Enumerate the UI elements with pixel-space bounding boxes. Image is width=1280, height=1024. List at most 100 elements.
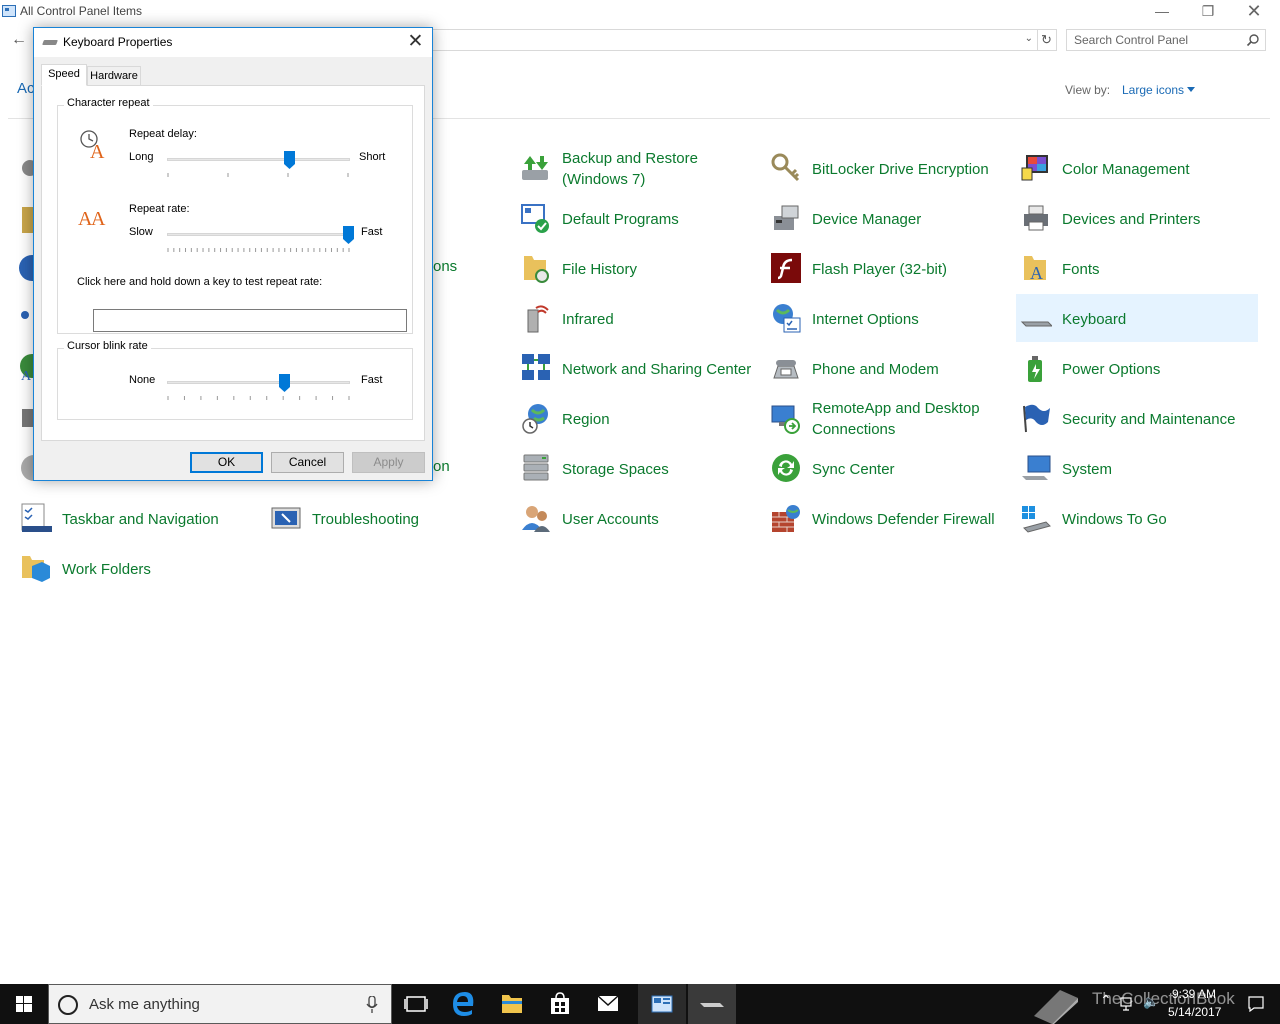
gear-icon: [22, 160, 34, 176]
firewall-icon: [772, 505, 800, 532]
item-phone-modem[interactable]: Phone and Modem: [766, 344, 1008, 392]
item-flash-player[interactable]: Flash Player (32-bit): [766, 244, 1008, 292]
troubleshooting-icon: [271, 507, 301, 529]
item-label: User Accounts: [562, 510, 659, 528]
item-system[interactable]: System: [1016, 444, 1258, 492]
item-label: BitLocker Drive Encryption: [812, 160, 989, 178]
item-default-programs[interactable]: Default Programs: [516, 194, 758, 242]
dropdown-arrow-icon[interactable]: [1187, 87, 1195, 92]
search-input[interactable]: Search Control Panel: [1066, 29, 1266, 51]
apply-button[interactable]: Apply: [352, 452, 425, 473]
search-icon[interactable]: [1246, 33, 1260, 47]
cortana-search-input[interactable]: Ask me anything: [48, 984, 392, 1024]
control-panel-taskbar-icon[interactable]: [638, 984, 686, 1024]
restore-button[interactable]: ❐: [1185, 0, 1231, 24]
store-icon[interactable]: [536, 984, 584, 1024]
cancel-button[interactable]: Cancel: [271, 452, 344, 473]
item-label: Devices and Printers: [1062, 210, 1201, 228]
minimize-button[interactable]: —: [1139, 0, 1185, 24]
item-user-accounts[interactable]: User Accounts: [516, 494, 758, 542]
page-heading: Ac: [17, 80, 35, 97]
ok-button[interactable]: OK: [190, 452, 263, 473]
view-by-dropdown[interactable]: Large icons: [1122, 83, 1184, 97]
cursor-blink-group: Cursor blink rate None Fast: [57, 340, 413, 420]
character-repeat-group: Character repeat A Repeat delay: Long Sh…: [57, 97, 413, 334]
address-bar[interactable]: ⌄: [432, 29, 1038, 51]
item-network-sharing[interactable]: Network and Sharing Center: [516, 344, 758, 392]
microphone-icon[interactable]: [365, 996, 379, 1014]
close-icon[interactable]: ✕: [399, 28, 432, 57]
item-storage-spaces[interactable]: Storage Spaces: [516, 444, 758, 492]
item-label: Windows Defender Firewall: [812, 510, 995, 528]
chevron-up-icon[interactable]: ⌃: [1100, 992, 1112, 1009]
network-icon: [522, 354, 550, 380]
keyboard-taskbar-icon[interactable]: [688, 984, 736, 1024]
printer-icon: [1024, 205, 1048, 231]
item-sync-center[interactable]: Sync Center: [766, 444, 1008, 492]
item-remoteapp[interactable]: RemoteApp and Desktop Connections: [766, 394, 1008, 442]
device-manager-icon: [774, 205, 799, 230]
blink-min-label: None: [129, 374, 156, 386]
repeat-delay-track[interactable]: [167, 158, 350, 161]
repeat-rate-track[interactable]: [167, 233, 350, 236]
file-explorer-icon[interactable]: [488, 984, 536, 1024]
item-work-folders[interactable]: Work Folders: [16, 544, 258, 592]
mail-icon[interactable]: [584, 984, 632, 1024]
item-region[interactable]: Region: [516, 394, 758, 442]
item-color-management[interactable]: Color Management: [1016, 144, 1258, 192]
title-bar: All Control Panel Items — ❐ ✕: [0, 0, 1280, 24]
repeat-test-input[interactable]: [93, 309, 407, 332]
repeat-delay-ticks: [167, 173, 349, 177]
item-keyboard[interactable]: Keyboard: [1016, 294, 1258, 342]
action-center-icon[interactable]: [1248, 996, 1264, 1012]
item-windows-defender-firewall[interactable]: Windows Defender Firewall: [766, 494, 1008, 542]
chevron-down-icon[interactable]: ⌄: [1025, 33, 1033, 44]
back-arrow-icon[interactable]: ←: [10, 31, 28, 49]
item-file-history[interactable]: File History: [516, 244, 758, 292]
item-label: Infrared: [562, 310, 614, 328]
color-management-icon: [1021, 155, 1048, 181]
tab-speed[interactable]: Speed: [41, 64, 87, 86]
blink-rate-track[interactable]: [167, 381, 350, 384]
item-power-options[interactable]: Power Options: [1016, 344, 1258, 392]
tab-hardware[interactable]: Hardware: [87, 66, 141, 86]
windows-start-icon[interactable]: [0, 984, 48, 1024]
refresh-icon[interactable]: ↻: [1037, 29, 1057, 51]
blink-rate-slider-thumb[interactable]: [278, 374, 290, 392]
view-by-label: View by:: [1065, 83, 1111, 97]
svg-text:A: A: [90, 141, 105, 160]
item-infrared[interactable]: Infrared: [516, 294, 758, 342]
edge-browser-icon[interactable]: [440, 984, 488, 1024]
item-bitlocker[interactable]: BitLocker Drive Encryption: [766, 144, 1008, 192]
group-title: Character repeat: [64, 97, 153, 109]
clock-time[interactable]: 9:39 AM: [1172, 987, 1216, 1001]
network-tray-icon[interactable]: [1120, 996, 1136, 1012]
item-label-partial[interactable]: ons: [433, 258, 457, 275]
item-security-maintenance[interactable]: Security and Maintenance: [1016, 394, 1258, 442]
item-taskbar-navigation[interactable]: Taskbar and Navigation: [16, 494, 258, 542]
repeat-rate-slider-thumb[interactable]: [342, 226, 354, 244]
system-icon: [1022, 455, 1051, 480]
item-label: Flash Player (32-bit): [812, 260, 948, 278]
clock-date[interactable]: 5/14/2017: [1168, 1005, 1221, 1019]
repeat-rate-label: Repeat rate:: [129, 203, 190, 215]
svg-text:A: A: [21, 369, 32, 384]
item-label: Default Programs: [562, 210, 679, 228]
close-button[interactable]: ✕: [1231, 0, 1277, 24]
item-label-partial[interactable]: on: [433, 458, 450, 475]
repeat-delay-label: Repeat delay:: [129, 128, 197, 140]
item-fonts[interactable]: A Fonts: [1016, 244, 1258, 292]
svg-text:A: A: [1030, 263, 1043, 283]
book-watermark-icon: [1034, 990, 1078, 1024]
item-internet-options[interactable]: Internet Options: [766, 294, 1008, 342]
item-devices-printers[interactable]: Devices and Printers: [1016, 194, 1258, 242]
item-device-manager[interactable]: Device Manager: [766, 194, 1008, 242]
keyboard-icon: [42, 40, 58, 45]
item-label: Work Folders: [62, 560, 151, 578]
repeat-delay-slider-thumb[interactable]: [284, 151, 296, 169]
item-windows-to-go[interactable]: Windows To Go: [1016, 494, 1258, 542]
item-backup-restore[interactable]: Backup and Restore (Windows 7): [516, 144, 758, 192]
task-view-icon[interactable]: [392, 984, 440, 1024]
item-troubleshooting[interactable]: Troubleshooting: [266, 494, 508, 542]
volume-icon[interactable]: 🔈: [1143, 994, 1159, 1010]
